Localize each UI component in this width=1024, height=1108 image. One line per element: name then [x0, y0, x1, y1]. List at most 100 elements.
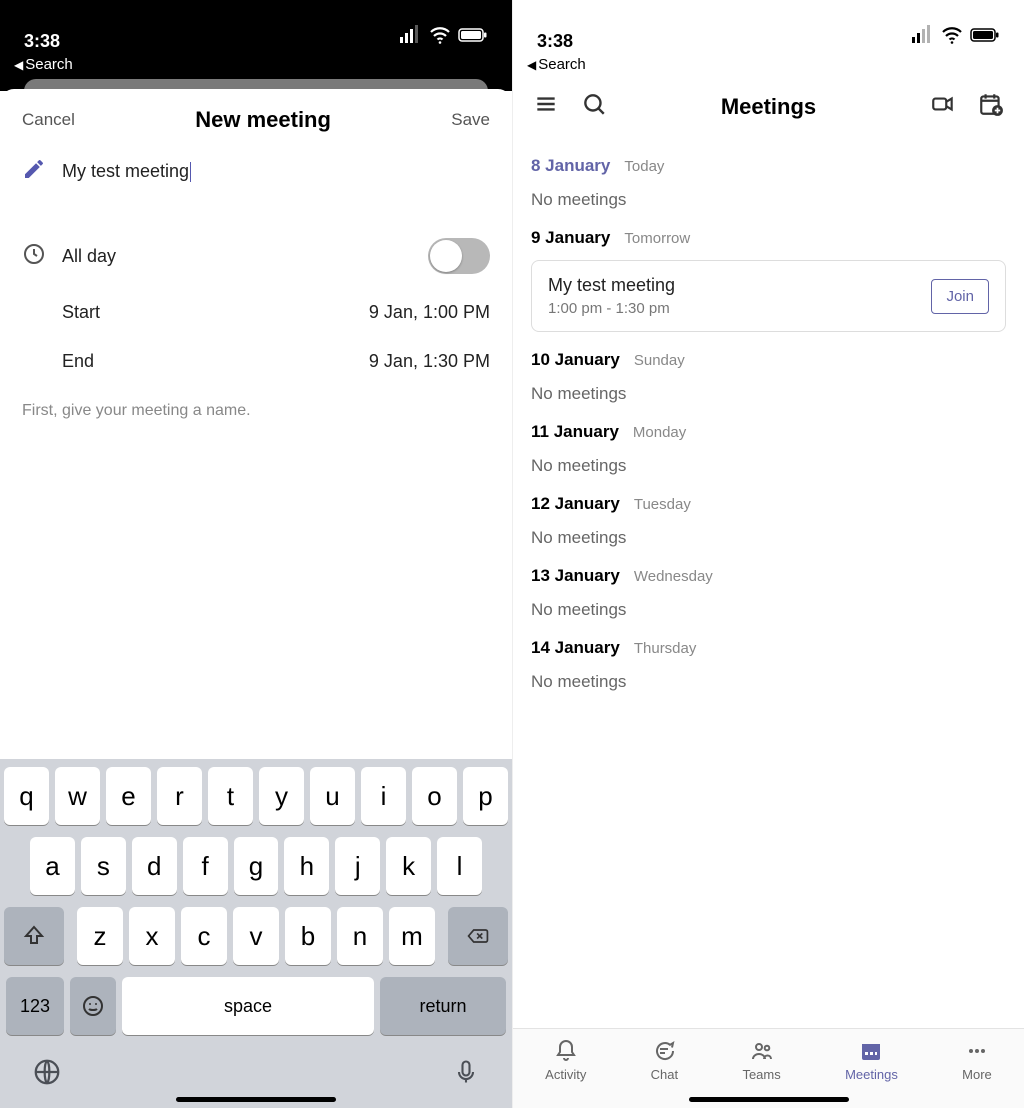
day-date: 9 January — [531, 228, 610, 248]
key-y[interactable]: y — [259, 767, 304, 825]
day-header: 12 January Tuesday — [531, 494, 1006, 514]
day-header: 13 JanuaryWednesday — [531, 566, 1006, 586]
key-r[interactable]: r — [157, 767, 202, 825]
text-cursor — [190, 162, 191, 182]
back-label: Search — [25, 56, 73, 73]
key-n[interactable]: n — [337, 907, 383, 965]
status-indicators — [910, 23, 1000, 52]
key-u[interactable]: u — [310, 767, 355, 825]
tab-meetings[interactable]: Meetings — [845, 1039, 898, 1082]
key-o[interactable]: o — [412, 767, 457, 825]
tab-activity[interactable]: Activity — [545, 1039, 586, 1082]
day-date: 10 January — [531, 350, 620, 370]
meetings-header: Meetings — [513, 79, 1024, 138]
day-header: 11 JanuaryMonday — [531, 422, 1006, 442]
back-to-search[interactable]: ◀Search — [513, 56, 1024, 79]
backspace-key[interactable] — [448, 907, 508, 965]
hamburger-icon[interactable] — [533, 91, 559, 122]
save-button[interactable]: Save — [451, 110, 490, 130]
tab-label: Activity — [545, 1067, 586, 1082]
key-g[interactable]: g — [234, 837, 279, 895]
clock-icon — [22, 242, 62, 271]
back-label: Search — [538, 56, 586, 73]
tab-teams[interactable]: Teams — [742, 1039, 780, 1082]
meeting-card[interactable]: My test meeting1:00 pm - 1:30 pmJoin — [531, 260, 1006, 332]
key-p[interactable]: p — [463, 767, 508, 825]
toggle-knob — [430, 240, 462, 272]
key-e[interactable]: e — [106, 767, 151, 825]
shift-key[interactable] — [4, 907, 64, 965]
back-triangle-icon: ◀ — [14, 58, 23, 72]
end-label: End — [62, 351, 369, 372]
key-row-1: qwertyuiop — [4, 767, 508, 825]
back-to-search[interactable]: ◀Search — [0, 56, 512, 79]
key-h[interactable]: h — [284, 837, 329, 895]
day-date: 8 January — [531, 156, 610, 176]
all-day-label: All day — [62, 246, 428, 267]
key-i[interactable]: i — [361, 767, 406, 825]
day-date: 14 January — [531, 638, 620, 658]
key-b[interactable]: b — [285, 907, 331, 965]
calendar-list[interactable]: 8 JanuaryTodayNo meetings9 JanuaryTomorr… — [513, 156, 1024, 692]
home-indicator[interactable] — [176, 1097, 336, 1102]
page-title: Meetings — [721, 94, 816, 120]
key-a[interactable]: a — [30, 837, 75, 895]
bell-icon — [554, 1039, 578, 1063]
key-row-3: zxcvbnm — [4, 907, 508, 965]
key-x[interactable]: x — [129, 907, 175, 965]
key-c[interactable]: c — [181, 907, 227, 965]
day-header: 8 JanuaryToday — [531, 156, 1006, 176]
key-z[interactable]: z — [77, 907, 123, 965]
key-v[interactable]: v — [233, 907, 279, 965]
key-q[interactable]: q — [4, 767, 49, 825]
meeting-title-row[interactable]: My test meeting — [0, 143, 512, 200]
return-key[interactable]: return — [380, 977, 506, 1035]
key-l[interactable]: l — [437, 837, 482, 895]
key-s[interactable]: s — [81, 837, 126, 895]
status-indicators — [398, 23, 488, 52]
key-d[interactable]: d — [132, 837, 177, 895]
search-icon[interactable] — [581, 91, 607, 122]
tab-label: More — [962, 1067, 992, 1082]
numbers-key[interactable]: 123 — [6, 977, 64, 1035]
tab-label: Chat — [651, 1067, 678, 1082]
cancel-button[interactable]: Cancel — [22, 110, 75, 130]
day-date: 12 January — [531, 494, 620, 514]
key-k[interactable]: k — [386, 837, 431, 895]
chat-icon — [652, 1039, 676, 1063]
new-meeting-icon[interactable] — [978, 91, 1004, 122]
key-m[interactable]: m — [389, 907, 435, 965]
battery-icon — [458, 28, 488, 47]
tab-chat[interactable]: Chat — [651, 1039, 678, 1082]
emoji-key[interactable] — [70, 977, 116, 1035]
tab-more[interactable]: More — [962, 1039, 992, 1082]
key-row-2: asdfghjkl — [4, 837, 508, 895]
day-subtitle: Tuesday — [634, 496, 691, 513]
keyboard-footer — [4, 1047, 508, 1094]
signal-icon — [398, 23, 422, 52]
day-header: 10 JanuarySunday — [531, 350, 1006, 370]
join-button[interactable]: Join — [931, 279, 989, 314]
key-f[interactable]: f — [183, 837, 228, 895]
start-row[interactable]: Start 9 Jan, 1:00 PM — [0, 288, 512, 337]
meeting-title-text: My test meeting — [62, 161, 189, 181]
no-meetings-text: No meetings — [531, 600, 1006, 620]
key-t[interactable]: t — [208, 767, 253, 825]
home-indicator[interactable] — [689, 1097, 849, 1102]
no-meetings-text: No meetings — [531, 190, 1006, 210]
meetings-list-pane: 3:38 ◀Search Meetings — [512, 0, 1024, 1108]
end-row[interactable]: End 9 Jan, 1:30 PM — [0, 337, 512, 386]
status-time: 3:38 — [24, 31, 60, 52]
globe-icon[interactable] — [32, 1057, 62, 1094]
battery-icon — [970, 28, 1000, 47]
all-day-toggle[interactable] — [428, 238, 490, 274]
meeting-title-input[interactable]: My test meeting — [62, 161, 490, 182]
mic-icon[interactable] — [452, 1057, 480, 1094]
wifi-icon — [940, 23, 964, 52]
day-header: 14 JanuaryThursday — [531, 638, 1006, 658]
key-w[interactable]: w — [55, 767, 100, 825]
tab-label: Meetings — [845, 1067, 898, 1082]
meet-now-icon[interactable] — [930, 91, 956, 122]
key-j[interactable]: j — [335, 837, 380, 895]
space-key[interactable]: space — [122, 977, 374, 1035]
